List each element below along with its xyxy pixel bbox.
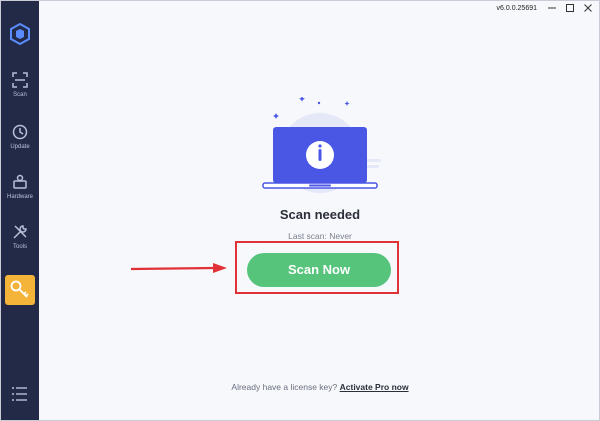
app-window: Scan Update Hardware Tools v6.0.0.25691 … bbox=[0, 0, 600, 421]
scan-status-title: Scan needed bbox=[279, 207, 361, 222]
license-prompt: Already have a license key? Activate Pro… bbox=[1, 382, 599, 392]
activate-pro-link[interactable]: Activate Pro now bbox=[340, 382, 409, 392]
close-icon bbox=[584, 4, 592, 12]
sidebar-item-tools[interactable]: Tools bbox=[4, 223, 36, 263]
scan-now-button[interactable]: Scan Now bbox=[247, 253, 391, 287]
sidebar-item-label: Update bbox=[10, 144, 30, 150]
sidebar-item-update[interactable]: Update bbox=[4, 123, 36, 163]
app-logo-icon bbox=[10, 23, 30, 45]
sidebar-item-label: Scan bbox=[13, 92, 27, 98]
key-icon bbox=[10, 280, 29, 298]
update-icon bbox=[12, 124, 28, 140]
annotation-arrow-icon bbox=[130, 263, 227, 273]
maximize-icon bbox=[566, 4, 574, 12]
license-prompt-text: Already have a license key? bbox=[231, 382, 338, 392]
last-scan-label: Last scan: Never bbox=[288, 231, 352, 241]
scan-icon bbox=[12, 72, 28, 88]
sidebar-item-scan[interactable]: Scan bbox=[4, 71, 36, 111]
sidebar-item-key[interactable] bbox=[5, 275, 35, 305]
version-label: v6.0.0.25691 bbox=[496, 5, 537, 12]
maximize-button[interactable] bbox=[563, 3, 577, 13]
minimize-icon bbox=[548, 7, 556, 9]
hardware-icon bbox=[13, 174, 27, 189]
laptop-info-illustration bbox=[262, 97, 381, 193]
sidebar-item-label: Tools bbox=[12, 244, 27, 250]
close-button[interactable] bbox=[581, 3, 595, 13]
sidebar-item-label: Hardware bbox=[6, 194, 33, 200]
minimize-button[interactable] bbox=[545, 3, 559, 13]
